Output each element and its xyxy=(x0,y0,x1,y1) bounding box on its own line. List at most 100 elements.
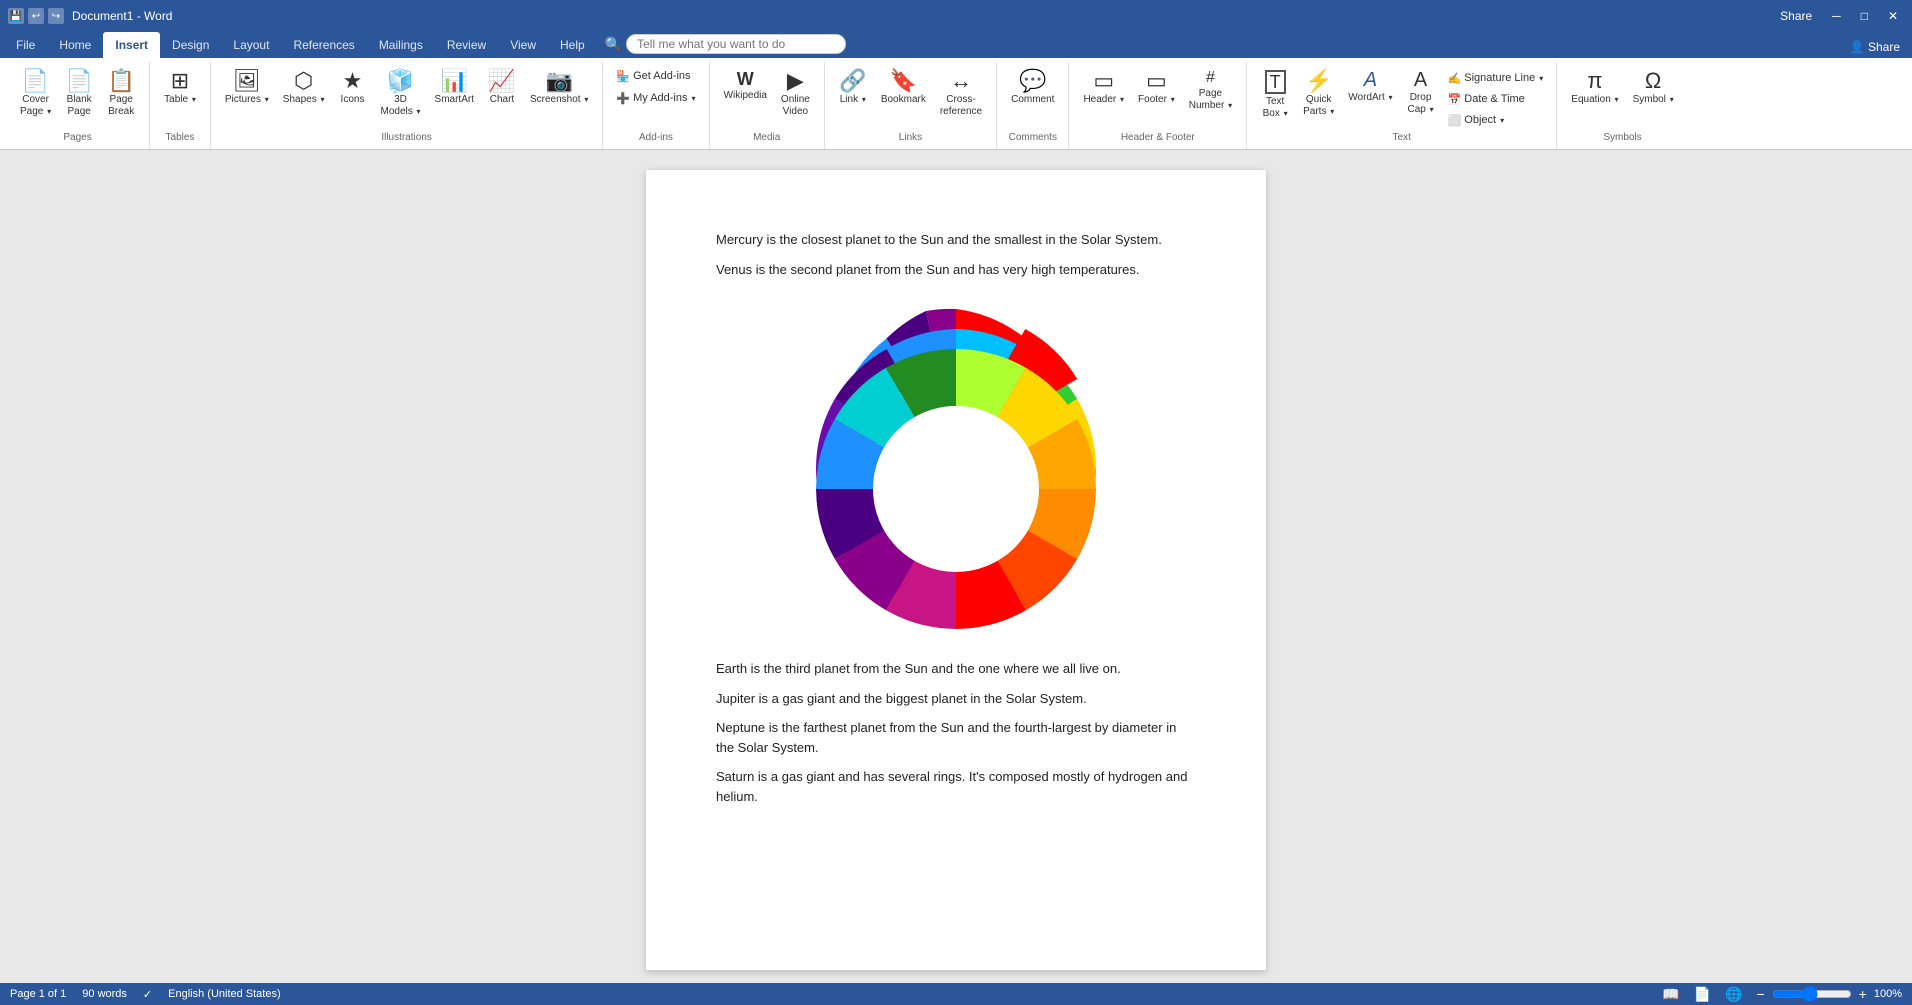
tab-layout[interactable]: Layout xyxy=(221,32,281,58)
zoom-out-button[interactable]: − xyxy=(1753,986,1767,1002)
quick-parts-button[interactable]: ⚡ QuickParts ▾ xyxy=(1297,66,1340,130)
center-white xyxy=(873,406,1039,572)
object-button[interactable]: ⬜ Object ▾ xyxy=(1443,110,1549,130)
addins-items: 🏪 Get Add-ins ➕ My Add-ins ▾ xyxy=(611,66,700,130)
smartart-button[interactable]: 📊 SmartArt xyxy=(429,66,480,130)
ribbon-search-input[interactable] xyxy=(626,34,846,54)
tables-items: ⊞ Table ▾ xyxy=(158,66,202,130)
text-items: T TextBox ▾ ⚡ QuickParts ▾ A WordArt ▾ A… xyxy=(1255,66,1548,130)
equation-button[interactable]: π Equation ▾ xyxy=(1565,66,1624,130)
share-button[interactable]: Share xyxy=(1774,7,1818,25)
document-page[interactable]: Mercury is the closest planet to the Sun… xyxy=(646,170,1266,970)
date-time-button[interactable]: 📅 Date & Time xyxy=(1443,89,1549,109)
cross-reference-icon: ↔ xyxy=(950,70,972,92)
comments-group-label: Comments xyxy=(1009,132,1057,145)
shapes-button[interactable]: ⬡ Shapes ▾ xyxy=(277,66,331,130)
ribbon-group-symbols: π Equation ▾ Ω Symbol ▾ Symbols xyxy=(1557,62,1687,149)
ribbon-group-links: 🔗 Link ▾ 🔖 Bookmark ↔ Cross-reference Li… xyxy=(825,62,997,149)
object-icon: ⬜ xyxy=(1448,114,1462,127)
pictures-button[interactable]: 🖼 Pictures ▾ xyxy=(219,66,275,130)
comments-items: 💬 Comment xyxy=(1005,66,1060,130)
undo-icon[interactable]: ↩ xyxy=(28,8,44,24)
page-number-button[interactable]: # PageNumber ▾ xyxy=(1183,66,1238,130)
print-layout-button[interactable]: 📄 xyxy=(1691,986,1714,1003)
title-bar-right: Share ─ □ ✕ xyxy=(1774,7,1904,25)
get-addins-button[interactable]: 🏪 Get Add-ins xyxy=(611,66,700,86)
page-break-button[interactable]: 📋 PageBreak xyxy=(101,66,141,130)
icons-button[interactable]: ★ Icons xyxy=(333,66,373,130)
tab-home[interactable]: Home xyxy=(47,32,103,58)
tab-design[interactable]: Design xyxy=(160,32,221,58)
maximize-button[interactable]: □ xyxy=(1855,7,1874,25)
zoom-in-button[interactable]: + xyxy=(1856,986,1870,1002)
ribbon-group-header-footer: ▭ Header ▾ ▭ Footer ▾ # PageNumber ▾ Hea… xyxy=(1069,62,1247,149)
bookmark-button[interactable]: 🔖 Bookmark xyxy=(875,66,932,130)
symbols-group-label: Symbols xyxy=(1603,132,1641,145)
link-button[interactable]: 🔗 Link ▾ xyxy=(833,66,873,130)
illustrations-group-label: Illustrations xyxy=(381,132,432,145)
media-group-label: Media xyxy=(753,132,780,145)
footer-button[interactable]: ▭ Footer ▾ xyxy=(1132,66,1181,130)
tab-file[interactable]: File xyxy=(4,32,47,58)
comment-button[interactable]: 💬 Comment xyxy=(1005,66,1060,130)
status-right: 📖 📄 🌐 − + 100% xyxy=(1659,986,1902,1003)
web-layout-button[interactable]: 🌐 xyxy=(1722,986,1745,1003)
paragraph-jupiter[interactable]: Jupiter is a gas giant and the biggest p… xyxy=(716,689,1196,709)
ribbon-group-comments: 💬 Comment Comments xyxy=(997,62,1069,149)
paragraph-saturn[interactable]: Saturn is a gas giant and has several ri… xyxy=(716,767,1196,806)
links-items: 🔗 Link ▾ 🔖 Bookmark ↔ Cross-reference xyxy=(833,66,988,130)
screenshot-button[interactable]: 📷 Screenshot ▾ xyxy=(524,66,594,130)
redo-icon[interactable]: ↪ xyxy=(48,8,64,24)
title-bar-left: 💾 ↩ ↪ Document1 - Word xyxy=(8,8,172,24)
drop-cap-button[interactable]: A DropCap ▾ xyxy=(1401,66,1441,130)
zoom-slider[interactable] xyxy=(1772,986,1852,1002)
screenshot-icon: 📷 xyxy=(545,70,572,92)
ribbon-group-addins: 🏪 Get Add-ins ➕ My Add-ins ▾ Add-ins xyxy=(603,62,709,149)
status-left: Page 1 of 1 90 words ✓ English (United S… xyxy=(10,988,281,1001)
paragraph-1[interactable]: Mercury is the closest planet to the Sun… xyxy=(716,230,1196,250)
signature-line-button[interactable]: ✍ Signature Line ▾ xyxy=(1443,68,1549,88)
header-button[interactable]: ▭ Header ▾ xyxy=(1077,66,1130,130)
addins-group-label: Add-ins xyxy=(639,132,673,145)
icons-icon: ★ xyxy=(343,70,363,92)
read-mode-button[interactable]: 📖 xyxy=(1659,986,1682,1003)
ribbon-group-text: T TextBox ▾ ⚡ QuickParts ▾ A WordArt ▾ A… xyxy=(1247,62,1557,149)
comment-icon: 💬 xyxy=(1019,70,1046,92)
tab-insert[interactable]: Insert xyxy=(103,32,160,58)
symbols-items: π Equation ▾ Ω Symbol ▾ xyxy=(1565,66,1679,130)
ribbon: File Home Insert Design Layout Reference… xyxy=(0,32,1912,150)
zoom-percent: 100% xyxy=(1874,988,1902,1000)
tab-mailings[interactable]: Mailings xyxy=(367,32,435,58)
links-group-label: Links xyxy=(899,132,922,145)
my-addins-button[interactable]: ➕ My Add-ins ▾ xyxy=(611,88,700,108)
tab-view[interactable]: View xyxy=(498,32,548,58)
share-ribbon-button[interactable]: 👤 Share xyxy=(1838,40,1912,58)
quick-parts-icon: ⚡ xyxy=(1305,70,1332,92)
wikipedia-button[interactable]: W Wikipedia xyxy=(718,66,773,130)
save-icon[interactable]: 💾 xyxy=(8,8,24,24)
close-button[interactable]: ✕ xyxy=(1882,7,1904,25)
3d-models-button[interactable]: 🧊 3DModels ▾ xyxy=(375,66,427,130)
paragraph-earth[interactable]: Earth is the third planet from the Sun a… xyxy=(716,659,1196,679)
text-box-button[interactable]: T TextBox ▾ xyxy=(1255,66,1295,130)
table-button[interactable]: ⊞ Table ▾ xyxy=(158,66,202,130)
equation-icon: π xyxy=(1587,70,1602,92)
paragraph-2[interactable]: Venus is the second planet from the Sun … xyxy=(716,260,1196,280)
wordart-button[interactable]: A WordArt ▾ xyxy=(1342,66,1398,130)
media-items: W Wikipedia ▶ OnlineVideo xyxy=(718,66,816,130)
tab-references[interactable]: References xyxy=(281,32,366,58)
minimize-button[interactable]: ─ xyxy=(1826,7,1847,25)
pages-items: 📄 CoverPage ▾ 📄 BlankPage 📋 PageBreak xyxy=(14,66,141,130)
cover-page-button[interactable]: 📄 CoverPage ▾ xyxy=(14,66,57,130)
online-video-button[interactable]: ▶ OnlineVideo xyxy=(775,66,816,130)
cross-reference-button[interactable]: ↔ Cross-reference xyxy=(934,66,988,130)
get-addins-icon: 🏪 xyxy=(616,70,630,83)
blank-page-button[interactable]: 📄 BlankPage xyxy=(59,66,99,130)
chart-button[interactable]: 📈 Chart xyxy=(482,66,522,130)
symbol-button[interactable]: Ω Symbol ▾ xyxy=(1627,66,1680,130)
tab-help[interactable]: Help xyxy=(548,32,597,58)
tab-review[interactable]: Review xyxy=(435,32,498,58)
header-footer-group-label: Header & Footer xyxy=(1121,132,1195,145)
paragraph-neptune[interactable]: Neptune is the farthest planet from the … xyxy=(716,718,1196,757)
wordart-icon: A xyxy=(1364,70,1377,90)
